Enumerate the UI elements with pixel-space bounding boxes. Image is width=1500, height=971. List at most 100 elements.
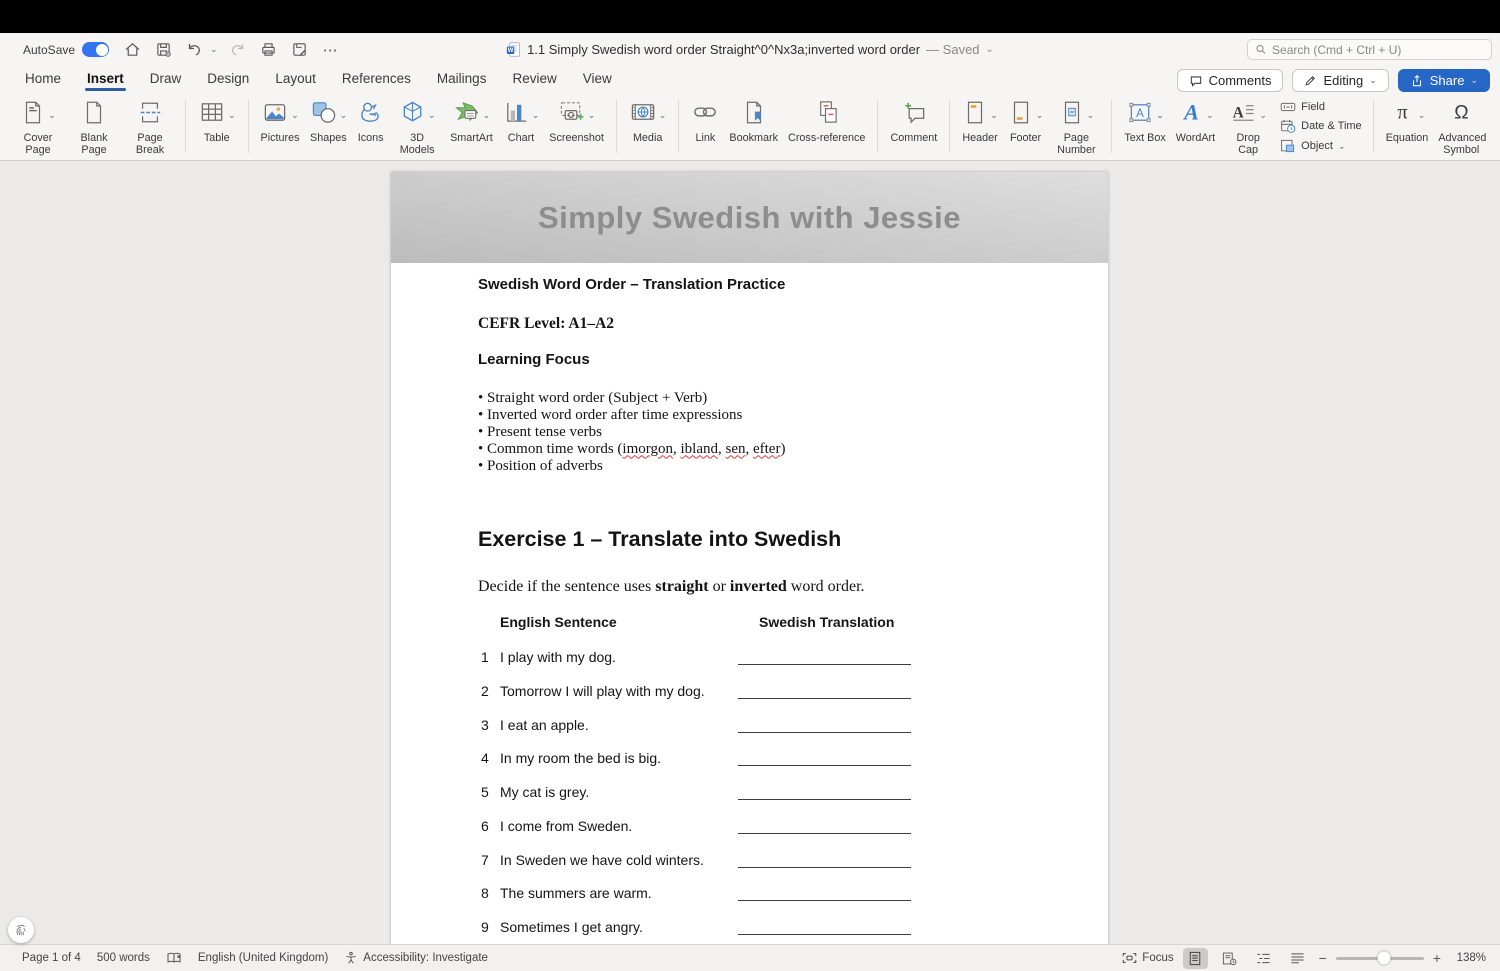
- language-indicator[interactable]: English (United Kingdom): [198, 952, 328, 964]
- footer-button[interactable]: ⌄ Footer: [1003, 97, 1049, 147]
- header-button[interactable]: ⌄ Header: [957, 97, 1003, 147]
- save-as-edit-icon[interactable]: [289, 39, 311, 61]
- 3d-models-button[interactable]: ⌄ 3D Models: [389, 97, 445, 158]
- draft-view-button[interactable]: [1285, 948, 1310, 969]
- field-button[interactable]: Field: [1280, 100, 1362, 114]
- share-button[interactable]: Share ⌄: [1397, 69, 1490, 92]
- text-box-button[interactable]: A ⌄ Text Box: [1119, 97, 1170, 147]
- focus-mode-button[interactable]: Focus: [1122, 952, 1174, 964]
- word-application-window: AutoSave ⌄ ⋯ W 1.1 Simply Swedish word o…: [0, 0, 1500, 971]
- home-icon[interactable]: [121, 39, 143, 61]
- save-icon[interactable]: [152, 39, 174, 61]
- media-icon: [629, 99, 657, 131]
- page-indicator[interactable]: Page 1 of 4: [22, 952, 81, 964]
- translation-blank[interactable]: [738, 833, 911, 834]
- ribbon: ⌄ Cover Page Blank Page Page Break ⌄ Tab…: [0, 94, 1500, 161]
- screenshot-button[interactable]: ⌄ Screenshot: [544, 97, 609, 147]
- translation-blank[interactable]: [738, 867, 911, 868]
- drop-cap-button[interactable]: A ⌄ Drop Cap: [1220, 97, 1276, 158]
- zoom-slider-knob[interactable]: [1377, 951, 1391, 965]
- bookmark-button[interactable]: Bookmark: [724, 97, 783, 147]
- translation-blank[interactable]: [738, 698, 911, 699]
- row-number: 5: [481, 784, 489, 800]
- pictures-label: Pictures: [260, 132, 300, 144]
- bullet-item: • Inverted word order after time express…: [478, 406, 743, 423]
- editing-mode-button[interactable]: Editing ⌄: [1292, 69, 1389, 92]
- wordart-button[interactable]: A ⌄ WordArt: [1171, 97, 1220, 147]
- comment-button[interactable]: Comment: [885, 97, 942, 147]
- bookmark-label: Bookmark: [729, 132, 779, 144]
- print-layout-view-button[interactable]: [1182, 947, 1208, 969]
- pictures-button[interactable]: ⌄ Pictures: [256, 97, 305, 147]
- bookmark-icon: [741, 99, 767, 131]
- tab-view[interactable]: View: [570, 71, 625, 94]
- accessibility-status[interactable]: Accessibility: Investigate: [344, 951, 488, 965]
- ribbon-divider: [877, 100, 879, 153]
- document-page[interactable]: Simply Swedish with Jessie Swedish Word …: [391, 172, 1108, 944]
- tab-draw[interactable]: Draw: [137, 71, 195, 94]
- web-layout-view-button[interactable]: [1217, 948, 1242, 969]
- undo-dropdown-icon[interactable]: ⌄: [210, 44, 218, 55]
- translation-blank[interactable]: [738, 934, 911, 935]
- chevron-down-icon: ⌄: [587, 110, 596, 120]
- ribbon-group-links: Link Bookmark Cross-reference: [686, 97, 870, 156]
- zoom-level[interactable]: 138%: [1450, 952, 1486, 964]
- icons-button[interactable]: Icons: [352, 97, 389, 147]
- advanced-symbol-button[interactable]: Ω Advanced Symbol: [1433, 97, 1489, 158]
- undo-icon[interactable]: [183, 39, 205, 61]
- search-input[interactable]: [1272, 42, 1484, 57]
- cross-reference-button[interactable]: Cross-reference: [783, 97, 870, 147]
- translation-blank[interactable]: [738, 664, 911, 665]
- chevron-down-icon: ⌄: [531, 110, 540, 120]
- link-button[interactable]: Link: [686, 97, 724, 147]
- chart-button[interactable]: ⌄ Chart: [498, 97, 545, 147]
- row-number: 7: [481, 852, 489, 868]
- chevron-down-icon: ⌄: [1035, 110, 1044, 120]
- comments-button[interactable]: Comments: [1176, 69, 1284, 92]
- zoom-slider[interactable]: [1335, 951, 1424, 965]
- proofing-status-icon[interactable]: [166, 951, 182, 965]
- text-box-label: Text Box: [1124, 132, 1166, 144]
- word-count[interactable]: 500 words: [97, 952, 150, 964]
- page-break-button[interactable]: Page Break: [122, 97, 178, 158]
- tab-references[interactable]: References: [329, 71, 424, 94]
- document-canvas[interactable]: Simply Swedish with Jessie Swedish Word …: [0, 161, 1500, 944]
- table-button[interactable]: ⌄ Table: [193, 97, 241, 147]
- chevron-down-icon: ⌄: [48, 110, 56, 120]
- page-number-button[interactable]: # ⌄ Page Number: [1048, 97, 1104, 158]
- table-row: 9 Sometimes I get angry.: [391, 919, 1108, 944]
- media-button[interactable]: ⌄ Media: [624, 97, 672, 147]
- search-box[interactable]: [1247, 39, 1492, 60]
- tab-review[interactable]: Review: [499, 71, 569, 94]
- smartart-button[interactable]: ⌄ SmartArt: [445, 97, 498, 147]
- english-sentence: The summers are warm.: [500, 885, 652, 901]
- translation-blank[interactable]: [738, 732, 911, 733]
- translation-blank[interactable]: [738, 765, 911, 766]
- more-commands-icon[interactable]: ⋯: [320, 39, 342, 61]
- zoom-in-button[interactable]: +: [1433, 951, 1441, 965]
- object-button[interactable]: Object ⌄: [1280, 138, 1362, 154]
- translation-blank[interactable]: [738, 900, 911, 901]
- date-time-button[interactable]: Date & Time: [1280, 118, 1362, 134]
- cover-page-label: Cover Page: [23, 132, 53, 156]
- tab-mailings[interactable]: Mailings: [424, 71, 500, 94]
- equation-button[interactable]: π ⌄ Equation: [1381, 97, 1434, 147]
- translation-blank[interactable]: [738, 799, 911, 800]
- outline-view-button[interactable]: [1251, 948, 1276, 969]
- tab-layout[interactable]: Layout: [262, 71, 329, 94]
- fingerprint-button[interactable]: [8, 917, 34, 943]
- print-icon[interactable]: [258, 39, 280, 61]
- blank-page-button[interactable]: Blank Page: [66, 97, 122, 158]
- tab-design[interactable]: Design: [194, 71, 262, 94]
- 3d-models-label: 3D Models: [399, 132, 435, 156]
- zoom-out-button[interactable]: −: [1319, 951, 1327, 965]
- tab-home[interactable]: Home: [12, 71, 74, 94]
- tab-insert[interactable]: Insert: [74, 71, 137, 94]
- english-sentence: My cat is grey.: [500, 784, 590, 800]
- shapes-button[interactable]: ⌄ Shapes: [305, 97, 353, 147]
- autosave-toggle[interactable]: [82, 42, 110, 57]
- learning-focus-heading: Learning Focus: [478, 351, 590, 368]
- redo-icon: [227, 39, 249, 61]
- cover-page-button[interactable]: ⌄ Cover Page: [10, 97, 66, 158]
- saved-dropdown-icon[interactable]: ⌄: [986, 44, 994, 55]
